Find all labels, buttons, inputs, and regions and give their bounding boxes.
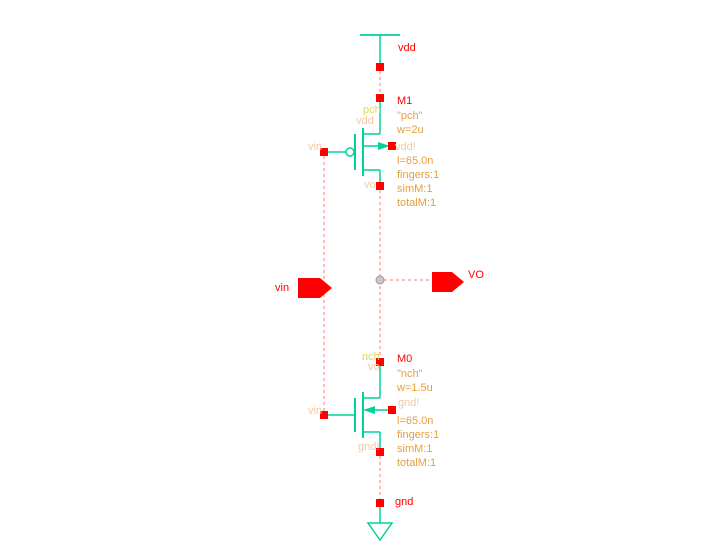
m1-label-fing: fingers:1 xyxy=(397,170,439,182)
m1-label-name: M1 xyxy=(397,96,412,108)
m0-gate-net: vin xyxy=(308,406,322,418)
m1-pmos-bubble xyxy=(346,148,354,156)
m0-label-name: M0 xyxy=(397,354,412,366)
pin-vo[interactable] xyxy=(432,272,464,292)
gnd-triangle xyxy=(368,523,392,540)
m1-label-l: l=65.0n xyxy=(397,156,433,168)
m1-source-square xyxy=(376,182,384,190)
m0-label-totalm: totalM:1 xyxy=(397,458,436,470)
m0-body-square xyxy=(388,406,396,414)
pin-vin[interactable] xyxy=(298,278,332,298)
m0-label-simm: simM:1 xyxy=(397,444,432,456)
gnd-term-square xyxy=(376,499,384,507)
m1-label-simm: simM:1 xyxy=(397,184,432,196)
label-vdd: vdd xyxy=(398,43,416,55)
m0-label-w: w=1.5u xyxy=(397,383,433,395)
m0-body-arrow xyxy=(363,406,375,414)
vdd-term-square xyxy=(376,63,384,71)
node-vo-dot xyxy=(376,276,384,284)
m1-out-net: vo xyxy=(364,180,376,192)
m1-label-totalm: totalM:1 xyxy=(397,198,436,210)
m1-label-type: "pch" xyxy=(397,111,423,123)
m1-gate-net: vin xyxy=(308,142,322,154)
m0-label-fing: fingers:1 xyxy=(397,430,439,442)
label-gnd: gnd xyxy=(395,497,413,509)
m1-body-net: vdd xyxy=(356,116,374,128)
m0-label-type: "nch" xyxy=(397,369,423,381)
m1-drain-square xyxy=(376,94,384,102)
label-vo: VO xyxy=(468,270,484,282)
m0-source-net: gnd! xyxy=(358,442,379,454)
label-vin: vin xyxy=(275,283,289,295)
m1-label-w: w=2u xyxy=(397,125,424,137)
schematic-canvas xyxy=(0,0,720,551)
m0-label-l: l=65.0n xyxy=(397,416,433,428)
m0-body-net: gnd! xyxy=(398,398,419,410)
m0-drain-net: vo xyxy=(368,362,380,374)
m1-body-net2: vdd! xyxy=(395,142,416,154)
